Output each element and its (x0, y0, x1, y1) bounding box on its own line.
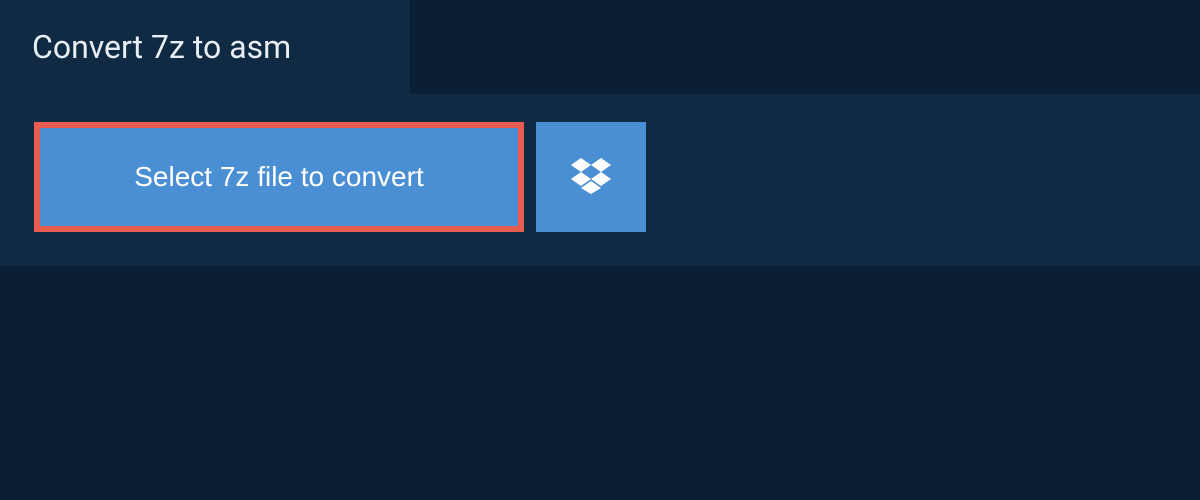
dropbox-icon (571, 158, 611, 197)
button-row: Select 7z file to convert (34, 122, 1166, 232)
select-file-button[interactable]: Select 7z file to convert (34, 122, 524, 232)
page-title: Convert 7z to asm (32, 28, 378, 66)
header-tab: Convert 7z to asm (0, 0, 410, 94)
main-panel: Select 7z file to convert (0, 94, 1200, 266)
dropbox-source-button[interactable] (536, 122, 646, 232)
select-file-label: Select 7z file to convert (134, 161, 423, 193)
